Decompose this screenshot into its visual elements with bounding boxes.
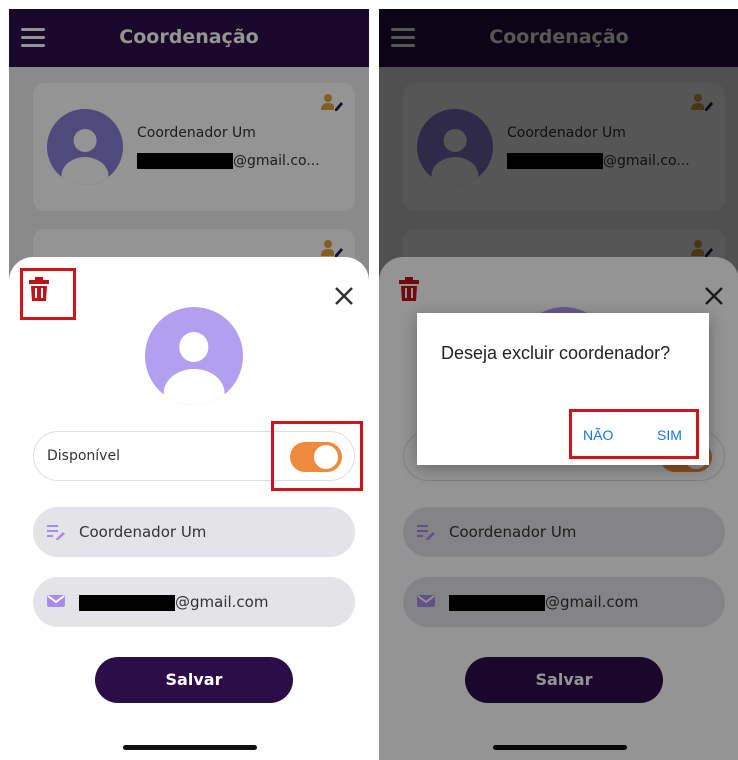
mail-icon xyxy=(47,595,65,607)
availability-label: Disponível xyxy=(47,448,120,464)
highlight-box xyxy=(569,409,699,459)
redacted-block xyxy=(79,594,175,611)
close-icon[interactable] xyxy=(333,285,355,307)
confirm-dialog: Deseja excluir coordenador? NÃO SIM xyxy=(417,313,709,465)
name-field[interactable]: Coordenador Um xyxy=(33,507,355,557)
highlight-box xyxy=(20,268,76,320)
bottom-sheet: Disponível Coordenador Um @gmail.com Sal… xyxy=(9,257,369,760)
save-button[interactable]: Salvar xyxy=(95,657,293,703)
notes-edit-icon xyxy=(47,525,65,540)
name-value: Coordenador Um xyxy=(79,523,207,541)
screen-edit-sheet: Coordenação Coordenador Um @gmail.co... xyxy=(9,9,369,760)
email-suffix: @gmail.com xyxy=(175,593,269,611)
avatar-icon xyxy=(145,307,243,405)
highlight-box xyxy=(271,421,363,491)
home-indicator xyxy=(123,745,257,750)
dialog-message: Deseja excluir coordenador? xyxy=(441,343,671,363)
screen-delete-dialog: Coordenação Coordenador Um @gmail.co... xyxy=(379,9,738,760)
email-value: @gmail.com xyxy=(79,593,268,611)
email-field[interactable]: @gmail.com xyxy=(33,577,355,627)
